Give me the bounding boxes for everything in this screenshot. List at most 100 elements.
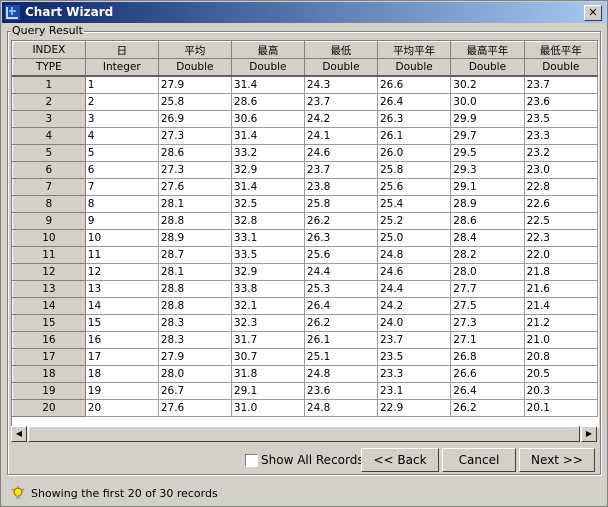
table-cell[interactable]: 30.0	[450, 93, 525, 111]
table-cell[interactable]: 25.8	[376, 161, 452, 179]
table-cell[interactable]: 26.4	[303, 297, 378, 315]
table-cell[interactable]: 32.9	[230, 263, 305, 281]
table-cell[interactable]: 30.7	[230, 348, 305, 366]
table-cell[interactable]: 9	[84, 212, 159, 230]
table-cell[interactable]: 21.2	[523, 314, 598, 332]
table-cell[interactable]: 28.2	[450, 246, 525, 264]
table-cell[interactable]: 30.6	[230, 110, 305, 128]
table-cell[interactable]: 14	[84, 297, 159, 315]
table-cell[interactable]: 33.1	[230, 229, 305, 247]
row-index[interactable]: 6	[12, 161, 86, 179]
table-cell[interactable]: 29.5	[450, 144, 525, 162]
table-cell[interactable]: 22.9	[376, 399, 452, 417]
table-cell[interactable]: 29.1	[230, 382, 305, 400]
table-cell[interactable]: 28.9	[157, 229, 232, 247]
table-cell[interactable]: 27.3	[157, 161, 232, 179]
table-cell[interactable]: 22.3	[523, 229, 598, 247]
table-cell[interactable]: 23.0	[523, 161, 598, 179]
table-cell[interactable]: 32.9	[230, 161, 305, 179]
table-cell[interactable]: 29.9	[450, 110, 525, 128]
table-cell[interactable]: 26.2	[450, 399, 525, 417]
table-cell[interactable]: 8	[84, 195, 159, 213]
table-cell[interactable]: 31.4	[230, 178, 305, 196]
table-cell[interactable]: 24.4	[376, 280, 452, 298]
table-cell[interactable]: 25.6	[303, 246, 378, 264]
horizontal-scrollbar[interactable]: ◀ ▶	[11, 426, 597, 442]
table-cell[interactable]: 17	[84, 348, 159, 366]
table-cell[interactable]: 26.1	[376, 127, 452, 145]
show-all-records-label[interactable]: Show All Records	[261, 453, 364, 467]
column-header[interactable]: 日	[84, 41, 159, 59]
table-cell[interactable]: 26.2	[303, 314, 378, 332]
table-cell[interactable]: 2	[84, 93, 159, 111]
table-cell[interactable]: 31.7	[230, 331, 305, 349]
table-cell[interactable]: 29.1	[450, 178, 525, 196]
table-cell[interactable]: 26.4	[376, 93, 452, 111]
table-cell[interactable]: 24.2	[376, 297, 452, 315]
table-cell[interactable]: 26.7	[157, 382, 232, 400]
table-cell[interactable]: 21.8	[523, 263, 598, 281]
table-cell[interactable]: 21.6	[523, 280, 598, 298]
row-index[interactable]: 12	[12, 263, 86, 281]
table-cell[interactable]: 27.6	[157, 178, 232, 196]
table-cell[interactable]: 7	[84, 178, 159, 196]
table-cell[interactable]: 28.1	[157, 263, 232, 281]
table-cell[interactable]: 23.1	[376, 382, 452, 400]
query-result-table[interactable]: INDEX 日平均 最高 最低 平均平年 最高平年 最低平年 TYPE Integer Doubl…	[11, 40, 599, 428]
table-cell[interactable]: 28.9	[450, 195, 525, 213]
table-cell[interactable]: 22.6	[523, 195, 598, 213]
table-cell[interactable]: 5	[84, 144, 159, 162]
table-cell[interactable]: 31.8	[230, 365, 305, 383]
table-cell[interactable]: 28.3	[157, 331, 232, 349]
row-index[interactable]: 1	[12, 75, 86, 94]
close-button[interactable]: ✕	[584, 5, 602, 21]
table-cell[interactable]: 23.7	[523, 75, 598, 94]
table-cell[interactable]: 33.2	[230, 144, 305, 162]
table-cell[interactable]: 26.3	[376, 110, 452, 128]
table-cell[interactable]: 31.4	[230, 75, 305, 94]
table-cell[interactable]: 32.5	[230, 195, 305, 213]
table-cell[interactable]: 32.8	[230, 212, 305, 230]
table-cell[interactable]: 33.5	[230, 246, 305, 264]
table-cell[interactable]: 27.7	[450, 280, 525, 298]
table-cell[interactable]: 20.5	[523, 365, 598, 383]
next-button[interactable]: Next >>	[519, 448, 595, 472]
table-cell[interactable]: 31.4	[230, 127, 305, 145]
table-cell[interactable]: 29.7	[450, 127, 525, 145]
table-cell[interactable]: 23.7	[303, 93, 378, 111]
table-cell[interactable]: 27.3	[450, 314, 525, 332]
table-cell[interactable]: 15	[84, 314, 159, 332]
column-header[interactable]: 最高	[230, 41, 305, 59]
row-index[interactable]: 15	[12, 314, 86, 332]
table-cell[interactable]: 23.6	[523, 93, 598, 111]
table-cell[interactable]: 23.3	[376, 365, 452, 383]
table-cell[interactable]: 27.1	[450, 331, 525, 349]
back-button[interactable]: << Back	[361, 448, 439, 472]
table-cell[interactable]: 28.6	[157, 144, 232, 162]
table-cell[interactable]: 29.3	[450, 161, 525, 179]
table-cell[interactable]: 22.0	[523, 246, 598, 264]
table-cell[interactable]: 18	[84, 365, 159, 383]
table-cell[interactable]: 24.1	[303, 127, 378, 145]
table-cell[interactable]: 20	[84, 399, 159, 417]
row-index[interactable]: 20	[12, 399, 86, 417]
table-cell[interactable]: 24.4	[303, 263, 378, 281]
table-cell[interactable]: 23.2	[523, 144, 598, 162]
table-cell[interactable]: 22.5	[523, 212, 598, 230]
row-index[interactable]: 11	[12, 246, 86, 264]
table-cell[interactable]: 20.8	[523, 348, 598, 366]
row-index[interactable]: 4	[12, 127, 86, 145]
table-cell[interactable]: 28.4	[450, 229, 525, 247]
column-header[interactable]: INDEX	[12, 41, 86, 59]
table-cell[interactable]: 23.5	[523, 110, 598, 128]
table-cell[interactable]: 26.6	[376, 75, 452, 94]
table-cell[interactable]: 11	[84, 246, 159, 264]
title-bar[interactable]: Chart Wizard ✕	[2, 2, 606, 23]
table-cell[interactable]: 21.0	[523, 331, 598, 349]
table-cell[interactable]: 26.6	[450, 365, 525, 383]
table-cell[interactable]: 26.3	[303, 229, 378, 247]
table-cell[interactable]: 10	[84, 229, 159, 247]
table-cell[interactable]: 20.1	[523, 399, 598, 417]
table-cell[interactable]: 21.4	[523, 297, 598, 315]
table-cell[interactable]: 16	[84, 331, 159, 349]
